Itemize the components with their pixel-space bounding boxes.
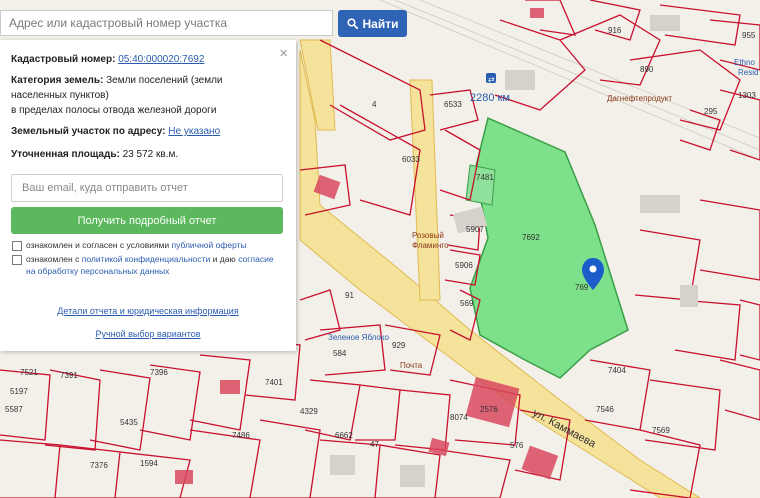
manual-selection-link[interactable]: Ручной выбор вариантов xyxy=(0,329,296,339)
parcel-number-label: 5587 xyxy=(5,405,23,414)
details-link[interactable]: Детали отчета и юридическая информация xyxy=(0,306,296,316)
parcel-number-label: 7486 xyxy=(232,431,250,440)
consent-privacy-label-a: ознакомлен с xyxy=(26,254,80,264)
parcel-number-label: 7521 xyxy=(20,368,38,377)
poi-dagneft: Дагнефтепродукт xyxy=(607,94,672,103)
search-button[interactable]: Найти xyxy=(338,10,407,37)
poi-apple: Зеленое Яблоко xyxy=(328,333,389,342)
poi-ethno-2: Resid xyxy=(738,68,758,77)
parcel-number-label: 569 xyxy=(460,299,474,308)
consent-privacy-label-b: и даю xyxy=(212,254,236,264)
parcel-number-label: 6533 xyxy=(444,100,462,109)
parcel-number-label: 584 xyxy=(333,349,347,358)
search-button-label: Найти xyxy=(362,16,399,31)
consent-offer: ознакомлен и согласен с условиями публич… xyxy=(12,239,284,251)
category-value-3: в пределах полосы отвода железной дороги xyxy=(11,105,217,116)
consent-privacy: ознакомлен с политикой конфиденциальност… xyxy=(12,253,284,277)
parcel-number-label: 1303 xyxy=(738,91,756,100)
cadastral-label: Кадастровый номер: xyxy=(11,54,116,65)
marker-label: 769 xyxy=(575,283,589,292)
area-row: Уточненная площадь: 23 572 кв.м. xyxy=(11,147,282,162)
parcel-number-label: 6033 xyxy=(402,155,420,164)
email-field[interactable] xyxy=(11,174,283,202)
parcel-number-label: 7401 xyxy=(265,378,283,387)
parcel-number-label: 4 xyxy=(372,100,377,109)
parcel-number-label: 890 xyxy=(640,65,654,74)
parcel-number-label: 5197 xyxy=(10,387,28,396)
area-label: Уточненная площадь: xyxy=(11,149,120,160)
parcel-number-label: 8074 xyxy=(450,413,468,422)
address-value-link[interactable]: Не указано xyxy=(168,126,220,137)
parcel-number-label: 2576 xyxy=(480,405,498,414)
search-input[interactable] xyxy=(0,10,333,36)
parcel-number-label: 4329 xyxy=(300,407,318,416)
category-row: Категория земель: Земли поселений (земли… xyxy=(11,73,282,118)
category-value-1: Земли поселений (земли xyxy=(106,75,223,86)
consent-offer-checkbox[interactable] xyxy=(12,241,22,251)
category-value-2: населенных пунктов) xyxy=(11,90,109,101)
search-icon xyxy=(346,18,358,29)
parcel-number-label: 576 xyxy=(510,441,524,450)
parcel-number-label: 91 xyxy=(345,291,354,300)
consent-offer-text: ознакомлен и согласен с условиями публич… xyxy=(26,239,247,251)
parcel-number-label: 7404 xyxy=(608,366,626,375)
km-label: 2280 км xyxy=(470,92,510,104)
poi-rozovy: Розовый xyxy=(412,231,444,240)
parcel-number-label: 7569 xyxy=(652,426,670,435)
consent-privacy-checkbox[interactable] xyxy=(12,255,22,265)
parcel-number-label: 5907 xyxy=(466,225,484,234)
parcel-number-label: 5435 xyxy=(120,418,138,427)
privacy-policy-link[interactable]: политикой конфиденциальности xyxy=(82,254,211,264)
parcel-number-label: 7396 xyxy=(150,368,168,377)
poi-ethno-1: Ethno xyxy=(734,58,755,67)
parcel-number-label: 955 xyxy=(742,31,756,40)
cadastral-number-link[interactable]: 05:40:000020:7692 xyxy=(118,54,204,65)
svg-text:⇄: ⇄ xyxy=(488,75,495,84)
category-label: Категория земель: xyxy=(11,75,104,86)
parcel-number-label: 1594 xyxy=(140,459,158,468)
parcel-number-label: 929 xyxy=(392,341,406,350)
parcel-info-panel: × Кадастровый номер: 05:40:000020:7692 К… xyxy=(0,40,296,351)
parcel-number-label: 7546 xyxy=(596,405,614,414)
parcel-number-label: 6662 xyxy=(335,431,353,440)
area-value: 23 572 кв.м. xyxy=(122,149,179,160)
public-offer-link[interactable]: публичной оферты xyxy=(172,240,247,250)
selected-parcel-label: 7692 xyxy=(522,233,540,242)
parcel-number-label: 5906 xyxy=(455,261,473,270)
poi-flamingo: Фламинго xyxy=(412,241,449,250)
consent-offer-label: ознакомлен и согласен с условиями xyxy=(26,240,170,250)
poi-pochta: Почта xyxy=(400,361,423,370)
parcel-number-label: 295 xyxy=(704,107,718,116)
cadastral-row: Кадастровый номер: 05:40:000020:7692 xyxy=(11,52,282,67)
parcel-number-label: 47 xyxy=(370,440,379,449)
address-row: Земельный участок по адресу: Не указано xyxy=(11,124,282,139)
parcel-number-label: 7391 xyxy=(60,371,78,380)
parcel-number-label: 7481 xyxy=(476,173,494,182)
get-report-button[interactable]: Получить подробный отчет xyxy=(11,207,283,234)
parcel-number-label: 7376 xyxy=(90,461,108,470)
parcel-number-label: 916 xyxy=(608,26,622,35)
consent-privacy-text: ознакомлен с политикой конфиденциальност… xyxy=(26,253,284,277)
address-label: Земельный участок по адресу: xyxy=(11,126,166,137)
